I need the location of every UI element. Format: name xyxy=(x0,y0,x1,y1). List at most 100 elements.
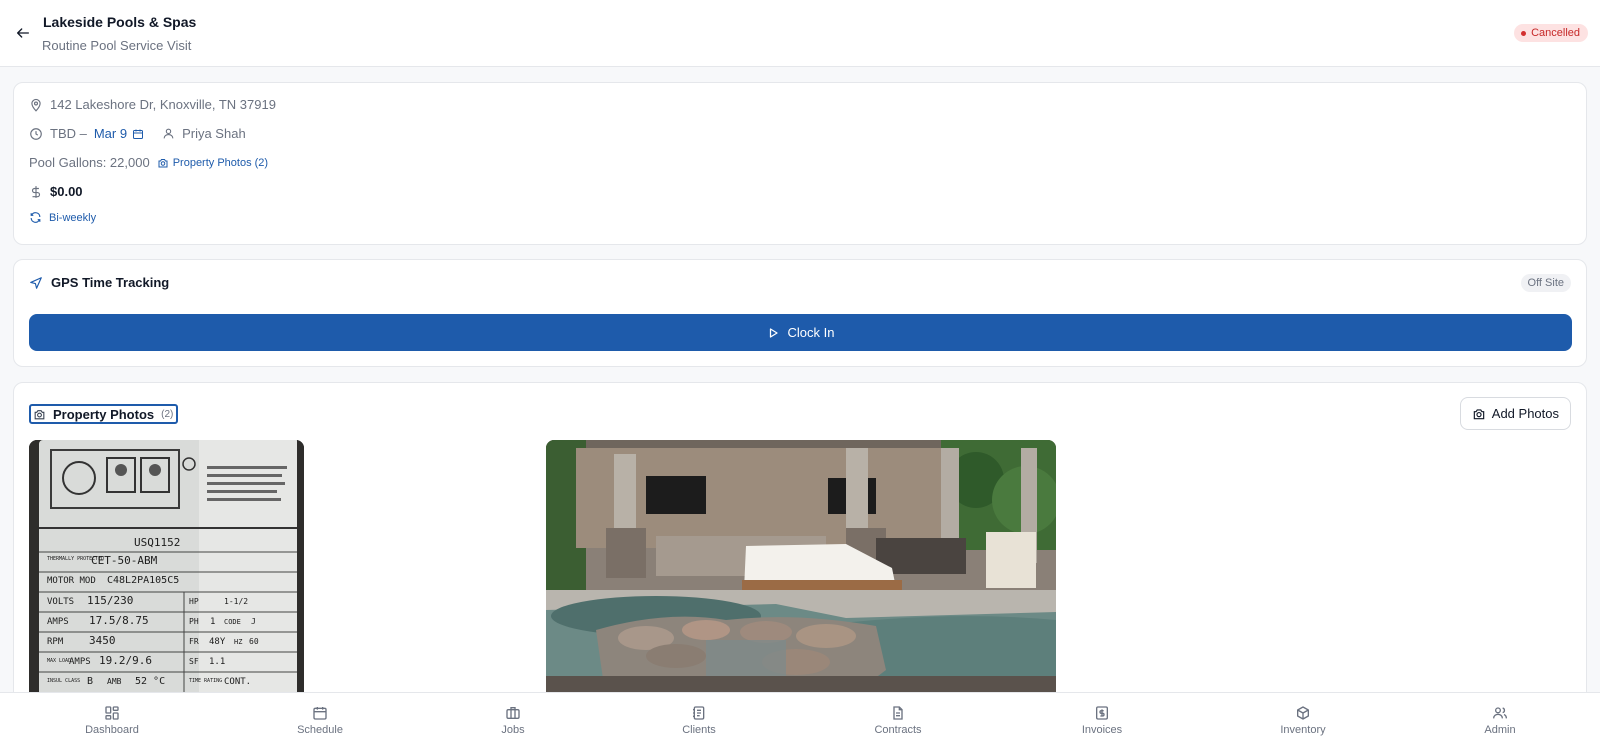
price-text: $0.00 xyxy=(50,184,83,199)
nav-dashboard[interactable]: Dashboard xyxy=(47,693,177,750)
add-photos-label: Add Photos xyxy=(1491,406,1559,421)
plate-amps-value: 17.5/8.75 xyxy=(89,614,149,627)
plate-protected-value: CET-50-ABM xyxy=(91,554,158,567)
property-photos-link[interactable]: Property Photos (2) xyxy=(157,157,268,169)
property-photos-title-text: Property Photos xyxy=(53,406,155,422)
gps-title-text: GPS Time Tracking xyxy=(51,275,170,290)
location-status-badge: Off Site xyxy=(1520,274,1571,292)
nav-admin-label: Admin xyxy=(1484,724,1516,736)
photo-pool-patio[interactable] xyxy=(546,440,1056,700)
camera-icon xyxy=(1473,408,1485,419)
nav-schedule-label: Schedule xyxy=(297,724,343,736)
plate-hp-label: HP xyxy=(189,597,199,606)
nav-contracts-label: Contracts xyxy=(874,724,922,736)
camera-icon xyxy=(34,409,45,419)
schedule-row: TBD – Mar 9 Priya Shah xyxy=(29,126,246,141)
plate-volts-label: VOLTS xyxy=(47,597,74,607)
box-icon xyxy=(1297,706,1309,720)
calendar-icon xyxy=(133,129,144,139)
play-icon xyxy=(769,327,778,338)
nav-clients-label: Clients xyxy=(682,724,716,736)
back-button[interactable] xyxy=(12,22,34,44)
plate-model: USQ1152 xyxy=(134,536,180,549)
plate-code-label: CODE xyxy=(224,618,241,626)
map-pin-icon xyxy=(29,98,43,112)
plate-maxamps-value: 19.2/9.6 xyxy=(99,654,152,667)
plate-sf-label: SF xyxy=(189,657,199,666)
plate-time-value: CONT. xyxy=(224,677,251,687)
gps-tracking-card: GPS Time Tracking Off Site Clock In xyxy=(13,259,1587,367)
plate-amb-label: AMB xyxy=(107,677,122,686)
recurrence-row: Bi-weekly xyxy=(29,211,96,224)
address-text: 142 Lakeshore Dr, Knoxville, TN 37919 xyxy=(50,97,276,112)
clock-in-label: Clock In xyxy=(787,325,835,340)
calendar-icon xyxy=(313,707,327,720)
nav-schedule[interactable]: Schedule xyxy=(255,693,385,750)
time-text: TBD – xyxy=(50,126,87,141)
navigation-icon xyxy=(30,276,42,289)
users-icon xyxy=(1493,707,1507,719)
nav-contracts[interactable]: Contracts xyxy=(833,693,963,750)
status-badge: Cancelled xyxy=(1514,24,1588,42)
nav-dashboard-label: Dashboard xyxy=(85,724,139,736)
gps-title: GPS Time Tracking xyxy=(29,275,169,290)
plate-time-label: TIME RATING xyxy=(189,678,222,684)
property-photos-card: Property Photos (2) Add Photos USQ1152 T… xyxy=(13,382,1587,712)
nav-clients[interactable]: Clients xyxy=(634,693,764,750)
photo-motor-nameplate[interactable]: USQ1152 THERMALLY PROTECTED CET-50-ABM M… xyxy=(29,440,304,700)
nav-admin[interactable]: Admin xyxy=(1435,693,1565,750)
plate-insul-label: INSUL CLASS xyxy=(47,678,80,684)
photo-count: (2) xyxy=(161,408,174,420)
nav-inventory[interactable]: Inventory xyxy=(1238,693,1368,750)
user-icon xyxy=(161,127,175,141)
plate-motor-value: C48L2PA105C5 xyxy=(107,575,179,586)
plate-sf-value: 1.1 xyxy=(209,657,225,667)
date-link[interactable]: Mar 9 xyxy=(94,126,144,141)
plate-volts-value: 115/230 xyxy=(87,594,133,607)
header-bar: Lakeside Pools & Spas Routine Pool Servi… xyxy=(0,0,1600,67)
pool-gallons-text: Pool Gallons: 22,000 xyxy=(29,155,150,170)
status-dot xyxy=(1521,30,1527,36)
clock-icon xyxy=(29,127,43,141)
dollar-icon xyxy=(29,185,43,199)
invoice-dollar-icon xyxy=(1096,706,1108,720)
contacts-icon xyxy=(693,706,705,720)
nav-jobs[interactable]: Jobs xyxy=(448,693,578,750)
pool-patio-image xyxy=(546,440,1056,700)
arrow-left-icon xyxy=(17,28,29,38)
nameplate-image: USQ1152 THERMALLY PROTECTED CET-50-ABM M… xyxy=(29,440,304,700)
property-photos-title[interactable]: Property Photos (2) xyxy=(29,404,179,424)
status-label: Cancelled xyxy=(1531,27,1580,39)
plate-ph-value: 1 xyxy=(210,617,215,627)
plate-hp-value: 1-1/2 xyxy=(224,597,248,606)
dashboard-grid-icon xyxy=(105,706,119,720)
plate-amb-value: 52 °C xyxy=(135,676,165,687)
plate-motor-label: MOTOR MOD xyxy=(47,576,96,586)
plate-rpm-label: RPM xyxy=(47,637,64,647)
nav-invoices[interactable]: Invoices xyxy=(1037,693,1167,750)
plate-amps-label: AMPS xyxy=(47,617,69,627)
bottom-nav: Dashboard Schedule Jobs Clients Contract… xyxy=(0,692,1600,750)
camera-icon xyxy=(158,158,168,167)
document-icon xyxy=(893,706,903,720)
plate-maxamps-label: AMPS xyxy=(69,657,91,667)
price-row: $0.00 xyxy=(29,184,83,199)
plate-maxload-label: MAX LOAD xyxy=(47,658,71,664)
page-title: Lakeside Pools & Spas xyxy=(43,14,197,30)
recurrence-link[interactable]: Bi-weekly xyxy=(29,211,96,224)
add-photos-button[interactable]: Add Photos xyxy=(1459,397,1571,430)
plate-hz-label: HZ xyxy=(234,638,242,646)
address-row: 142 Lakeshore Dr, Knoxville, TN 37919 xyxy=(29,97,276,112)
page-subtitle: Routine Pool Service Visit xyxy=(42,38,192,53)
plate-insul-value: B xyxy=(87,676,93,687)
nav-jobs-label: Jobs xyxy=(501,724,525,736)
plate-rpm-value: 3450 xyxy=(89,634,116,647)
plate-fr-value: 48Y xyxy=(209,637,226,647)
date-text: Mar 9 xyxy=(93,126,128,141)
recurrence-text: Bi-weekly xyxy=(49,211,97,224)
refresh-icon xyxy=(30,212,41,223)
plate-ph-label: PH xyxy=(189,617,199,626)
clock-in-button[interactable]: Clock In xyxy=(29,314,1572,351)
plate-hz-value: 60 xyxy=(249,637,259,646)
briefcase-icon xyxy=(506,707,520,719)
